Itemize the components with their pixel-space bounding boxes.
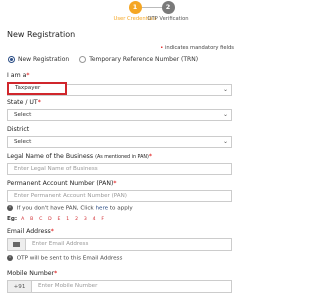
iam-label-text: I am a	[7, 72, 27, 79]
email-field[interactable]: Enter Email Address	[7, 238, 232, 251]
required-star: *	[113, 180, 117, 187]
radio-new-registration-label: New Registration	[18, 56, 70, 63]
email-info: i OTP will be sent to this Email Address	[7, 255, 122, 262]
pan-label-text: Permanent Account Number (PAN)	[7, 180, 114, 187]
email-input[interactable]: Enter Email Address	[26, 239, 231, 250]
pan-apply-link[interactable]: here	[95, 206, 108, 212]
district-select[interactable]: Select ⌄	[7, 136, 232, 148]
registration-stepper: 1 User Credentials 2 OTP Verification	[0, 0, 240, 26]
mandatory-note: • indicates mandatory fields	[160, 45, 234, 51]
info-icon: i	[7, 205, 13, 211]
pan-input[interactable]: Enter Permanent Account Number (PAN)	[7, 190, 232, 202]
step-otp-verification: 2 OTP Verification	[133, 0, 203, 22]
envelope-icon	[8, 239, 26, 250]
required-star: *	[54, 270, 58, 277]
state-select[interactable]: Select ⌄	[7, 109, 232, 121]
mobile-label: Mobile Number*	[7, 270, 57, 277]
mobile-input[interactable]: Enter Mobile Number	[32, 281, 231, 292]
radio-selected-icon[interactable]	[8, 56, 15, 63]
country-code: +91	[8, 281, 32, 292]
radio-new-registration[interactable]: New Registration	[8, 56, 69, 63]
registration-type-radios: New Registration Temporary Reference Num…	[8, 56, 208, 63]
email-info-text: OTP will be sent to this Email Address	[16, 255, 123, 262]
step-2-label: OTP Verification	[147, 16, 189, 22]
legal-name-label-text: Legal Name of the Business	[7, 153, 94, 160]
required-star: *	[50, 228, 54, 235]
legal-name-input[interactable]: Enter Legal Name of Business	[7, 163, 232, 175]
pan-info-prefix: If you don't have PAN, Click	[16, 205, 94, 212]
radio-trn[interactable]: Temporary Reference Number (TRN)	[79, 56, 198, 63]
state-label-text: State / UT	[7, 99, 38, 106]
pan-example: Eg: A B C D E 1 2 3 4 F	[7, 216, 106, 222]
pan-example-chars: A B C D E 1 2 3 4 F	[21, 216, 107, 222]
state-label: State / UT*	[7, 99, 41, 106]
required-star: *	[148, 153, 152, 160]
mandatory-text: indicates mandatory fields	[164, 45, 234, 51]
page-title: New Registration	[7, 30, 76, 39]
iam-label: I am a*	[7, 72, 29, 79]
email-label: Email Address*	[7, 228, 54, 235]
pan-info-suffix: to apply	[109, 205, 133, 212]
mobile-label-text: Mobile Number	[7, 270, 55, 277]
chevron-down-icon: ⌄	[222, 86, 228, 93]
info-icon: i	[7, 255, 13, 261]
district-label: District	[7, 126, 30, 133]
district-select-value: Select	[14, 139, 32, 145]
step-2-circle: 2	[161, 1, 175, 14]
pan-label: Permanent Account Number (PAN)*	[7, 180, 117, 187]
chevron-down-icon: ⌄	[222, 111, 228, 118]
mobile-field[interactable]: +91 Enter Mobile Number	[7, 280, 232, 293]
required-star: *	[26, 72, 30, 79]
iam-selected-value[interactable]: Taxpayer	[7, 82, 67, 95]
email-label-text: Email Address	[7, 228, 51, 235]
state-select-value: Select	[14, 112, 32, 118]
pan-info: i If you don't have PAN, Click here to a…	[7, 205, 133, 212]
mandatory-star: •	[160, 45, 164, 51]
radio-trn-label: Temporary Reference Number (TRN)	[89, 56, 199, 63]
chevron-down-icon: ⌄	[222, 138, 228, 145]
required-star: *	[37, 99, 41, 106]
legal-name-label: Legal Name of the Business (As mentioned…	[7, 153, 152, 160]
radio-unselected-icon[interactable]	[79, 56, 87, 63]
legal-name-label-hint: (As mentioned in PAN)	[95, 155, 149, 160]
pan-example-label: Eg:	[7, 216, 18, 222]
